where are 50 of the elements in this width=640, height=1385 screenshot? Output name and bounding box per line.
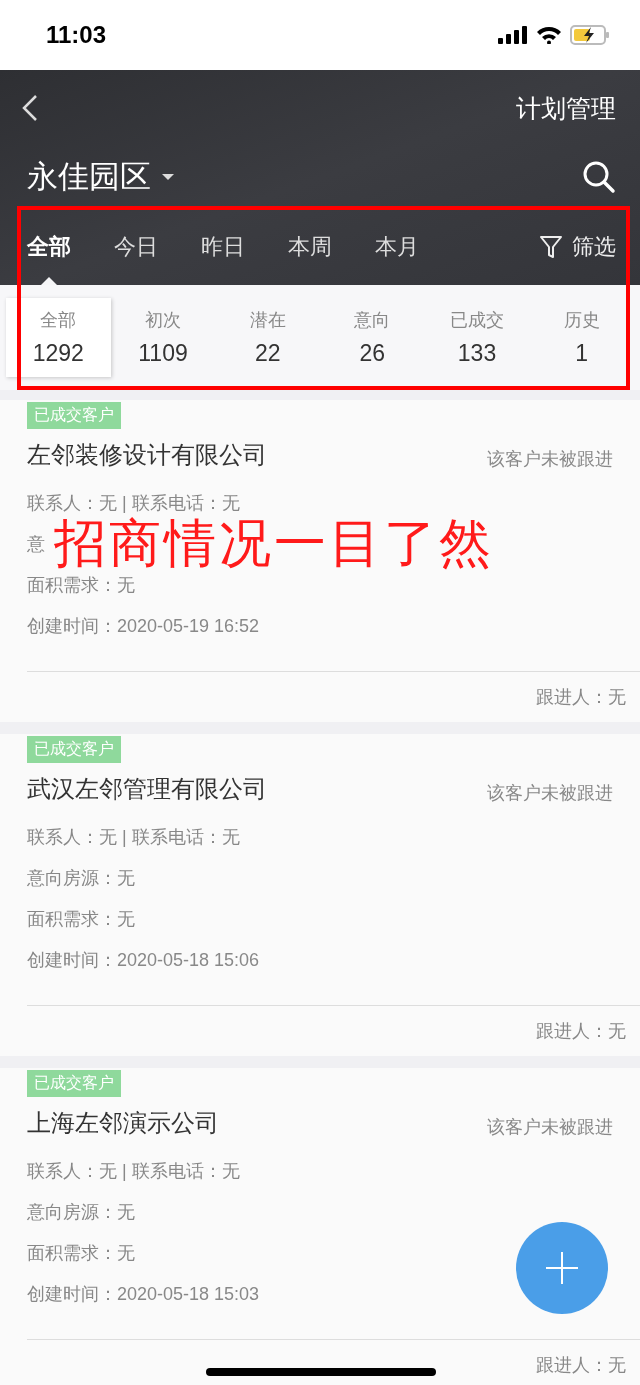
detail-line: 面积需求：无 — [27, 1242, 135, 1264]
period-tab[interactable]: 今日 — [114, 208, 158, 285]
filter-button[interactable]: 筛选 — [540, 231, 616, 262]
signal-icon — [498, 26, 528, 44]
search-icon[interactable] — [582, 160, 616, 194]
company-name: 上海左邻演示公司 — [27, 1108, 219, 1138]
detail-line: 意 — [27, 533, 45, 555]
period-tab[interactable]: 本月 — [375, 208, 419, 285]
detail-line: 面积需求：无 — [27, 908, 135, 930]
status-time: 11:03 — [46, 21, 107, 49]
plus-icon — [545, 1251, 579, 1285]
detail-line: 创建时间：2020-05-18 15:06 — [27, 949, 260, 971]
follow-status: 该客户未被跟进 — [487, 448, 613, 471]
detail-line: 意向房源：无 — [27, 867, 135, 889]
follow-status: 该客户未被跟进 — [487, 1116, 613, 1139]
follower-text: 跟进人：无 — [536, 686, 626, 709]
status-count-tab[interactable]: 初次 1109 — [110, 298, 216, 377]
status-count-tab[interactable]: 历史 1 — [529, 298, 635, 377]
battery-charging-icon — [570, 25, 610, 45]
detail-line: 意向房源：无 — [27, 1201, 135, 1223]
detail-line: 创建时间：2020-05-18 15:03 — [27, 1283, 260, 1305]
customer-card[interactable]: 已成交客户 武汉左邻管理有限公司 该客户未被跟进 联系人：无 | 联系电话：无 意向房源：无 面积需求：无 创建时间：2020-05-18 15:06 跟进人：无 — [0, 734, 640, 1056]
detail-line: 联系人：无 | 联系电话：无 — [27, 826, 240, 848]
period-tab[interactable]: 全部 — [27, 208, 71, 285]
filter-icon — [540, 234, 562, 259]
status-count-tab[interactable]: 已成交 133 — [424, 298, 530, 377]
period-tab[interactable]: 本周 — [288, 208, 332, 285]
status-count-tab[interactable]: 潜在 22 — [215, 298, 320, 377]
detail-line: 联系人：无 | 联系电话：无 — [27, 492, 240, 514]
follower-text: 跟进人：无 — [536, 1020, 626, 1043]
back-icon[interactable] — [22, 94, 38, 122]
detail-line: 联系人：无 | 联系电话：无 — [27, 1160, 240, 1182]
customer-card[interactable]: 已成交客户 上海左邻演示公司 该客户未被跟进 联系人：无 | 联系电话：无 意向房源：无 面积需求：无 创建时间：2020-05-18 15:03 跟进人：无 — [0, 1068, 640, 1385]
status-tag: 已成交客户 — [27, 736, 121, 763]
overlay-caption: 招商情况一目了然 — [54, 514, 494, 574]
detail-line: 创建时间：2020-05-19 16:52 — [27, 615, 260, 637]
wifi-icon — [536, 26, 562, 44]
status-count-tab[interactable]: 全部 1292 — [6, 298, 111, 377]
park-selector[interactable]: 永佳园区 — [27, 156, 175, 198]
caret-icon — [161, 173, 175, 181]
company-name: 武汉左邻管理有限公司 — [27, 774, 267, 804]
status-tag: 已成交客户 — [27, 402, 121, 429]
follow-status: 该客户未被跟进 — [487, 782, 613, 805]
page-title: 计划管理 — [516, 92, 616, 124]
period-tab[interactable]: 昨日 — [201, 208, 245, 285]
detail-line: 面积需求：无 — [27, 574, 135, 596]
status-count-tab[interactable]: 意向 26 — [320, 298, 425, 377]
status-tag: 已成交客户 — [27, 1070, 121, 1097]
company-name: 左邻装修设计有限公司 — [27, 440, 267, 470]
follower-text: 跟进人：无 — [536, 1354, 626, 1377]
